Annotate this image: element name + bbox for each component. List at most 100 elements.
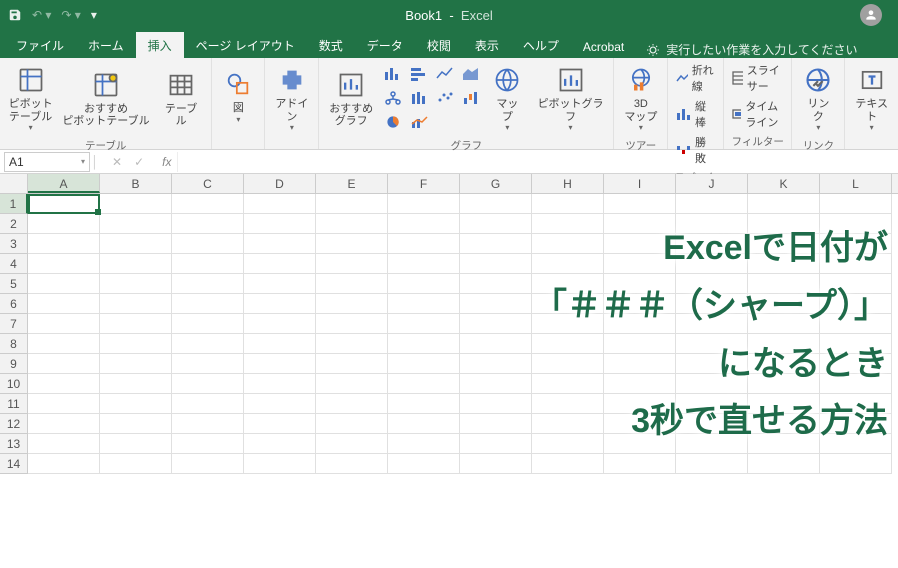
cell[interactable] <box>604 414 676 434</box>
cell[interactable] <box>172 314 244 334</box>
cell[interactable] <box>172 294 244 314</box>
cell[interactable] <box>316 454 388 474</box>
cell[interactable] <box>388 314 460 334</box>
cell[interactable] <box>676 394 748 414</box>
cell[interactable] <box>676 234 748 254</box>
row-header[interactable]: 3 <box>0 234 28 254</box>
cell[interactable] <box>100 254 172 274</box>
row-header[interactable]: 8 <box>0 334 28 354</box>
cell[interactable] <box>748 414 820 434</box>
cell[interactable] <box>820 274 892 294</box>
cell[interactable] <box>820 354 892 374</box>
cell[interactable] <box>100 194 172 214</box>
cell[interactable] <box>460 234 532 254</box>
cell[interactable] <box>172 334 244 354</box>
column-chart-icon[interactable] <box>381 63 405 85</box>
cell[interactable] <box>748 334 820 354</box>
cell[interactable] <box>28 374 100 394</box>
cell[interactable] <box>100 354 172 374</box>
column-header[interactable]: C <box>172 174 244 193</box>
cell[interactable] <box>316 414 388 434</box>
cell[interactable] <box>748 394 820 414</box>
cell[interactable] <box>388 254 460 274</box>
insert-function-icon[interactable]: fx <box>156 155 177 169</box>
cell[interactable] <box>244 314 316 334</box>
cell[interactable] <box>460 274 532 294</box>
maps-button[interactable]: マップ▾ <box>485 60 530 136</box>
cell[interactable] <box>532 394 604 414</box>
column-header[interactable]: H <box>532 174 604 193</box>
cell[interactable] <box>28 394 100 414</box>
cell[interactable] <box>172 354 244 374</box>
column-header[interactable]: J <box>676 174 748 193</box>
cell[interactable] <box>28 294 100 314</box>
tab-view[interactable]: 表示 <box>463 32 511 58</box>
tab-file[interactable]: ファイル <box>4 32 76 58</box>
combo-chart-icon[interactable] <box>407 111 431 133</box>
cell[interactable] <box>28 274 100 294</box>
cell[interactable] <box>100 374 172 394</box>
cell[interactable] <box>604 354 676 374</box>
row-header[interactable]: 10 <box>0 374 28 394</box>
cell[interactable] <box>460 414 532 434</box>
cell[interactable] <box>604 234 676 254</box>
cell[interactable] <box>460 254 532 274</box>
row-header[interactable]: 14 <box>0 454 28 474</box>
bar-chart-icon[interactable] <box>407 63 431 85</box>
cell[interactable] <box>532 334 604 354</box>
tab-home[interactable]: ホーム <box>76 32 136 58</box>
cell[interactable] <box>676 374 748 394</box>
cell[interactable] <box>28 254 100 274</box>
cell[interactable] <box>316 294 388 314</box>
cell[interactable] <box>820 214 892 234</box>
cell[interactable] <box>748 274 820 294</box>
cell[interactable] <box>28 314 100 334</box>
cell[interactable] <box>604 314 676 334</box>
cell[interactable] <box>604 294 676 314</box>
table-button[interactable]: テーブル <box>155 65 208 132</box>
cell[interactable] <box>676 354 748 374</box>
sparkline-line-button[interactable]: 折れ線 <box>672 60 719 96</box>
column-header[interactable]: I <box>604 174 676 193</box>
pie-chart-icon[interactable] <box>381 111 405 133</box>
cell[interactable] <box>532 254 604 274</box>
qat-dropdown-icon[interactable]: ▾ <box>91 8 97 22</box>
cell[interactable] <box>172 254 244 274</box>
scatter-chart-icon[interactable] <box>433 87 457 109</box>
cell[interactable] <box>244 254 316 274</box>
cell[interactable] <box>460 434 532 454</box>
cell[interactable] <box>676 434 748 454</box>
enter-formula-icon[interactable]: ✓ <box>134 155 144 169</box>
row-header[interactable]: 13 <box>0 434 28 454</box>
cell[interactable] <box>316 374 388 394</box>
cell[interactable] <box>28 334 100 354</box>
cell[interactable] <box>172 394 244 414</box>
cell[interactable] <box>676 454 748 474</box>
cell[interactable] <box>820 414 892 434</box>
tab-insert[interactable]: 挿入 <box>136 32 184 58</box>
waterfall-chart-icon[interactable] <box>459 87 483 109</box>
cell[interactable] <box>748 234 820 254</box>
cell[interactable] <box>460 294 532 314</box>
cell[interactable] <box>388 234 460 254</box>
link-button[interactable]: リン ク▾ <box>796 60 840 136</box>
cell[interactable] <box>460 314 532 334</box>
cell[interactable] <box>604 334 676 354</box>
recommended-charts-button[interactable]: おすすめ グラフ <box>323 65 379 132</box>
cell[interactable] <box>100 314 172 334</box>
undo-icon[interactable]: ↶ ▾ <box>32 8 51 22</box>
pivottable-button[interactable]: ピボット テーブル▾ <box>4 60 57 136</box>
timeline-button[interactable]: タイムライン <box>728 96 787 132</box>
cell[interactable] <box>172 454 244 474</box>
cell[interactable] <box>388 434 460 454</box>
cell[interactable] <box>532 414 604 434</box>
cell[interactable] <box>172 434 244 454</box>
cell[interactable] <box>460 354 532 374</box>
cell[interactable] <box>460 454 532 474</box>
cell[interactable] <box>604 394 676 414</box>
cell[interactable] <box>244 434 316 454</box>
cell[interactable] <box>460 374 532 394</box>
cell[interactable] <box>244 274 316 294</box>
column-header[interactable]: L <box>820 174 892 193</box>
tab-review[interactable]: 校閲 <box>415 32 463 58</box>
